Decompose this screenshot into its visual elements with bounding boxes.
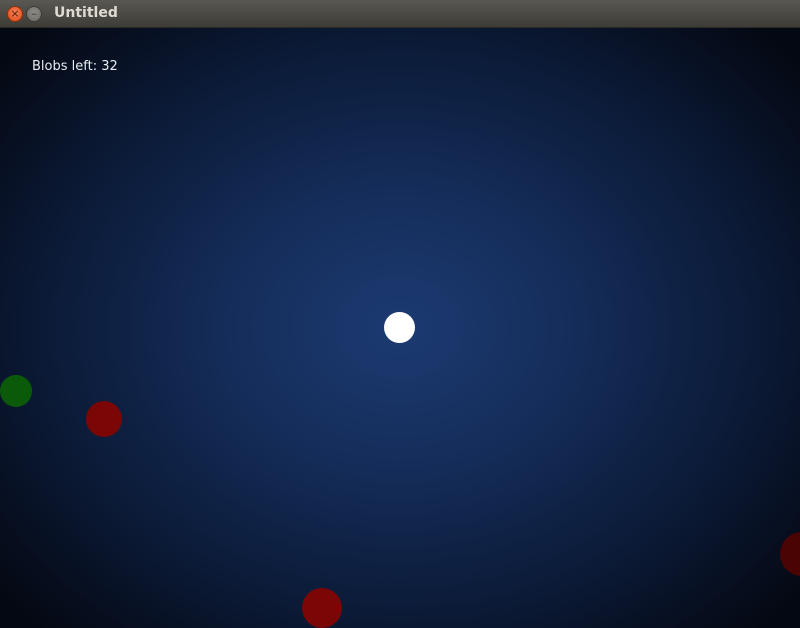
green-blob xyxy=(0,375,32,407)
app-window: × – Untitled Blobs left: 32 xyxy=(0,0,800,628)
player-blob xyxy=(384,312,415,343)
red-blob xyxy=(302,588,342,628)
title-bar[interactable]: × – Untitled xyxy=(0,0,800,28)
red-blob xyxy=(86,401,122,437)
minimize-icon[interactable]: – xyxy=(26,6,42,22)
close-icon[interactable]: × xyxy=(7,6,23,22)
blobs-left-counter: Blobs left: 32 xyxy=(32,59,118,74)
dark-red-blob xyxy=(780,532,800,576)
window-title: Untitled xyxy=(54,5,118,21)
game-canvas[interactable]: Blobs left: 32 xyxy=(0,28,800,628)
